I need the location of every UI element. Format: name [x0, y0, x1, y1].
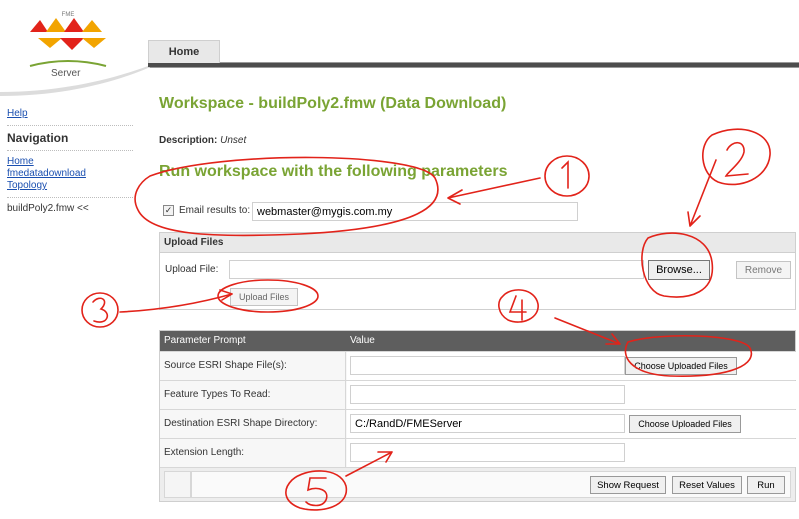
choose-uploaded-files-button[interactable]: Choose Uploaded Files [625, 357, 737, 375]
run-button[interactable]: Run [747, 476, 785, 494]
upload-header: Upload Files [160, 233, 795, 253]
annotation-circle-2 [702, 128, 771, 186]
help-link[interactable]: Help [7, 108, 133, 120]
top-bar [148, 63, 799, 67]
main-content: Workspace - buildPoly2.fmw (Data Downloa… [159, 95, 796, 180]
annotation-circle-1 [544, 155, 590, 197]
annotation-digit-2 [724, 141, 749, 177]
email-field[interactable] [252, 202, 578, 221]
run-heading: Run workspace with the following paramet… [159, 163, 508, 180]
logo-product-name: Server [51, 68, 81, 79]
parameter-value-cell [347, 381, 796, 409]
email-row: ✓ Email results to: [159, 200, 579, 222]
sidebar-current-workspace: buildPoly2.fmw << [7, 203, 89, 214]
table-row: Destination ESRI Shape Directory: Choose… [160, 409, 796, 438]
remove-button[interactable]: Remove [736, 261, 791, 279]
reset-values-button[interactable]: Reset Values [672, 476, 742, 494]
sidebar-item-fmedatadownload[interactable]: fmedatadownload [7, 168, 133, 180]
upload-file-label: Upload File: [165, 264, 219, 275]
table-row: Feature Types To Read: [160, 380, 796, 409]
table-row: Source ESRI Shape File(s): Choose Upload… [160, 351, 796, 380]
sidebar-item-home[interactable]: Home [7, 156, 133, 168]
email-checkbox[interactable]: ✓ [163, 205, 174, 216]
annotation-arrow-2 [687, 159, 717, 227]
parameter-table: Parameter Prompt Value Source ESRI Shape… [159, 330, 796, 502]
parameter-prompt: Destination ESRI Shape Directory: [160, 410, 346, 438]
description-value: Unset [220, 135, 247, 146]
page-title: Workspace - buildPoly2.fmw (Data Downloa… [159, 95, 507, 112]
parameter-value-cell [347, 439, 796, 467]
parameter-prompt: Source ESRI Shape File(s): [160, 352, 346, 380]
divider [7, 150, 133, 151]
description: Description: Unset [159, 135, 246, 146]
footer-cell [164, 471, 191, 498]
upload-file-input[interactable] [229, 260, 644, 279]
divider [7, 197, 133, 198]
choose-uploaded-files-button[interactable]: Choose Uploaded Files [629, 415, 741, 433]
upload-panel: Upload Files Upload File: Browse... Remo… [159, 232, 796, 310]
email-label: Email results to: [179, 205, 251, 216]
browse-button[interactable]: Browse... [648, 260, 710, 280]
parameter-value-cell: Choose Uploaded Files [347, 352, 796, 380]
parameter-table-footer: Show Request Reset Values Run [160, 467, 795, 501]
parameter-value-cell: Choose Uploaded Files [347, 410, 796, 438]
description-label: Description: [159, 135, 218, 146]
extension-length-input[interactable] [350, 443, 625, 462]
parameter-prompt: Feature Types To Read: [160, 381, 346, 409]
column-header-value: Value [350, 335, 375, 346]
annotation-digit-3 [92, 297, 109, 323]
logo[interactable]: FME Server [0, 0, 150, 92]
svg-text:FME: FME [62, 12, 75, 18]
divider [7, 125, 133, 126]
destination-directory-input[interactable] [350, 414, 625, 433]
sidebar-item-topology[interactable]: Topology [7, 180, 133, 192]
navigation-heading: Navigation [7, 131, 69, 145]
feature-types-input[interactable] [350, 385, 625, 404]
annotation-circle-3 [81, 292, 119, 328]
tab-home[interactable]: Home [148, 40, 220, 64]
parameter-table-header: Parameter Prompt Value [160, 331, 795, 351]
show-request-button[interactable]: Show Request [590, 476, 666, 494]
upload-files-button[interactable]: Upload Files [230, 288, 298, 306]
annotation-digit-1 [561, 160, 569, 189]
table-row: Extension Length: [160, 438, 796, 467]
column-header-prompt: Parameter Prompt [164, 335, 246, 346]
parameter-prompt: Extension Length: [160, 439, 346, 467]
source-shape-files-input[interactable] [350, 356, 625, 375]
sidebar: Help Navigation Home fmedatadownload Top… [7, 108, 133, 214]
fme-logo-icon: FME [30, 12, 106, 50]
